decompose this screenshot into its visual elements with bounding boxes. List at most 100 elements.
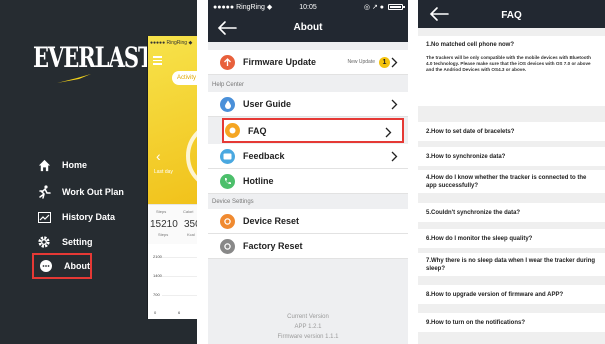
menu-label-about: About bbox=[64, 261, 90, 271]
activity-tab-button[interactable]: Activity bbox=[172, 71, 197, 85]
chart-tick: 700 bbox=[153, 292, 160, 297]
gear-icon bbox=[36, 234, 52, 250]
user-guide-label: User Guide bbox=[243, 99, 292, 109]
activity-header: ●●●●● RingRing ◆ Activity ‹ Last day bbox=[148, 36, 197, 204]
main-app-peek[interactable]: ●●●●● RingRing ◆ Activity ‹ Last day Ste… bbox=[147, 36, 197, 319]
stat-value-calories: 350 bbox=[184, 219, 197, 230]
faq-navbar: FAQ bbox=[418, 0, 605, 28]
runner-icon bbox=[36, 184, 52, 200]
hotline-row[interactable]: Hotline bbox=[208, 169, 408, 194]
about-navbar: ●●●●● RingRing ◆ 10:05 ◎ ↗ ● About bbox=[208, 0, 408, 42]
factory-reset-icon bbox=[220, 238, 235, 254]
feedback-row[interactable]: Feedback bbox=[208, 144, 408, 169]
progress-ring bbox=[186, 121, 197, 191]
faq-question: 7.Why there is no sleep data when I wear… bbox=[426, 257, 596, 272]
menu-item-workout-plan[interactable]: Work Out Plan bbox=[36, 179, 146, 205]
about-screen: ●●●●● RingRing ◆ 10:05 ◎ ↗ ● About Firmw… bbox=[208, 0, 408, 344]
stats-strip: Steps Calori 15210 350 Steps Kcal bbox=[148, 204, 197, 244]
faq-item-expanded[interactable]: 1.No matched cell phone now? The tracker… bbox=[418, 36, 605, 106]
help-center-header: Help Center bbox=[208, 78, 408, 92]
menu-label-home: Home bbox=[62, 160, 88, 170]
chevron-right-icon bbox=[391, 57, 398, 68]
status-bar: ●●●●● RingRing ◆ 10:05 ◎ ↗ ● bbox=[208, 0, 408, 14]
arrow-up-icon bbox=[220, 54, 235, 70]
faq-item[interactable]: 5.Couldn't synchronize the data? bbox=[418, 203, 605, 222]
stat-label-calories: Calori bbox=[183, 209, 194, 214]
new-update-note: New Update bbox=[347, 59, 375, 65]
chart-tick: 0 bbox=[154, 310, 157, 315]
factory-reset-row[interactable]: Factory Reset bbox=[208, 234, 408, 259]
feedback-icon bbox=[220, 148, 235, 164]
hotline-label: Hotline bbox=[243, 176, 274, 186]
user-guide-row[interactable]: User Guide bbox=[208, 92, 408, 117]
chevron-left-icon[interactable]: ‹ bbox=[156, 148, 161, 164]
faq-item[interactable]: 9.How to turn on the notifications? bbox=[418, 313, 605, 332]
menu-item-home[interactable]: Home bbox=[36, 152, 146, 178]
reset-icon bbox=[220, 213, 235, 229]
side-menu-panel: EVERLAST Home Work Out Plan History Data bbox=[0, 0, 154, 344]
chart-gridline bbox=[162, 295, 197, 296]
page-title: FAQ bbox=[501, 10, 522, 21]
everlast-logo: EVERLAST bbox=[33, 40, 154, 89]
firmware-version: Firmware version 1.1.1 bbox=[277, 334, 339, 340]
chart-tick: 6 bbox=[178, 310, 181, 315]
device-reset-label: Device Reset bbox=[243, 216, 300, 226]
update-count-badge: 1 bbox=[379, 57, 390, 68]
faq-question: 2.How to set date of bracelets? bbox=[426, 128, 515, 135]
hamburger-icon bbox=[153, 56, 162, 67]
chevron-right-icon bbox=[385, 127, 392, 138]
faq-question: 3.How to synchronize data? bbox=[426, 153, 506, 160]
menu-item-setting[interactable]: Setting bbox=[36, 229, 146, 255]
menu-item-about[interactable]: About bbox=[32, 253, 92, 279]
app-version: APP 1.2.1 bbox=[294, 324, 322, 330]
last-day-label: Last day bbox=[154, 169, 173, 175]
clock-label: 10:05 bbox=[299, 3, 317, 11]
faq-icon bbox=[225, 123, 240, 138]
factory-reset-label: Factory Reset bbox=[243, 241, 303, 251]
faq-item[interactable]: 2.How to set date of bracelets? bbox=[418, 122, 605, 141]
faq-item[interactable]: 6.How do I monitor the sleep quality? bbox=[418, 229, 605, 248]
chart-tick: 2100 bbox=[153, 254, 162, 259]
page-title: About bbox=[293, 22, 323, 33]
stat-label-steps: Steps bbox=[156, 209, 167, 214]
activity-chart: 2100 1400 700 0 6 bbox=[148, 250, 197, 319]
chart-gridline bbox=[162, 276, 197, 277]
chevron-right-icon bbox=[391, 151, 398, 162]
stat-value-steps: 15210 bbox=[150, 219, 178, 230]
side-menu-screen: EVERLAST Home Work Out Plan History Data bbox=[0, 0, 197, 344]
faq-row[interactable]: FAQ bbox=[222, 118, 404, 143]
status-bar-text: ●●●●● RingRing ◆ bbox=[150, 40, 193, 46]
feedback-label: Feedback bbox=[243, 151, 285, 161]
faq-question: 6.How do I monitor the sleep quality? bbox=[426, 235, 533, 242]
battery-icon bbox=[388, 4, 405, 10]
swoosh-icon bbox=[57, 74, 91, 83]
chart-icon bbox=[36, 209, 52, 225]
faq-question: 1.No matched cell phone now? bbox=[426, 42, 515, 48]
chart-tick: 1400 bbox=[153, 273, 162, 278]
faq-item[interactable]: 3.How to synchronize data? bbox=[418, 147, 605, 166]
device-settings-header: Device Settings bbox=[208, 195, 408, 209]
faq-question: 9.How to turn on the notifications? bbox=[426, 319, 525, 326]
menu-item-history-data[interactable]: History Data bbox=[36, 204, 146, 230]
faq-item[interactable]: 4.How do I know whether the tracker is c… bbox=[418, 170, 605, 193]
menu-label-setting: Setting bbox=[62, 237, 93, 247]
stat-unit-calories: Kcal bbox=[187, 232, 195, 237]
version-info: Current Version APP 1.2.1 Firmware versi… bbox=[208, 312, 408, 342]
phone-icon bbox=[220, 173, 235, 189]
chat-bubble-icon bbox=[38, 258, 54, 274]
faq-item[interactable]: 8.How to upgrade version of firmware and… bbox=[418, 285, 605, 304]
chart-gridline bbox=[162, 257, 197, 258]
faq-screen: FAQ 1.No matched cell phone now? The tra… bbox=[418, 0, 605, 344]
chevron-right-icon bbox=[391, 99, 398, 110]
device-reset-row[interactable]: Device Reset bbox=[208, 209, 408, 234]
faq-question: 8.How to upgrade version of firmware and… bbox=[426, 291, 564, 298]
faq-label: FAQ bbox=[248, 125, 267, 136]
menu-label-history-data: History Data bbox=[62, 212, 116, 222]
faq-item[interactable]: 7.Why there is no sleep data when I wear… bbox=[418, 253, 605, 276]
faq-question: 5.Couldn't synchronize the data? bbox=[426, 209, 521, 216]
current-version-label: Current Version bbox=[287, 314, 329, 320]
drop-icon bbox=[220, 96, 235, 112]
stat-unit-steps: Steps bbox=[158, 232, 169, 237]
firmware-update-row[interactable]: Firmware Update New Update 1 bbox=[208, 50, 408, 75]
faq-answer: The trackers will be only compatible wit… bbox=[426, 55, 591, 72]
